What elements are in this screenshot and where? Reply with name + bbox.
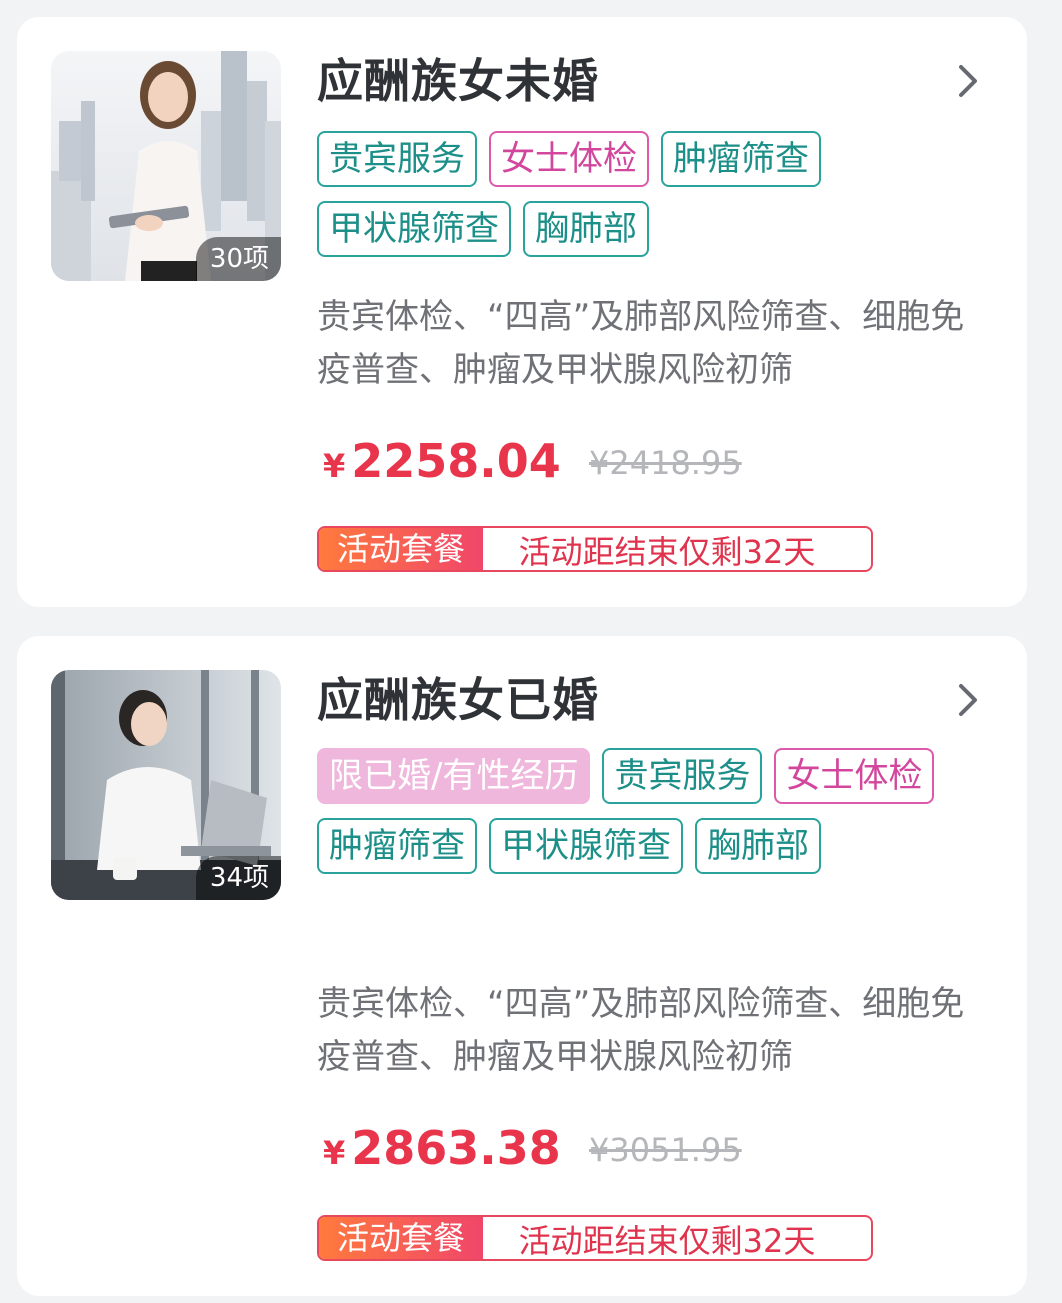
tag-chest-lung: 胸肺部 <box>695 818 821 874</box>
original-price: ¥2418.95 <box>589 444 742 482</box>
original-price: ¥3051.95 <box>589 1131 742 1169</box>
tag-chest-lung: 胸肺部 <box>523 201 649 257</box>
promo-banner: 活动套餐 活动距结束仅剩32天 <box>317 526 873 572</box>
tag-thyroid-screening: 甲状腺筛查 <box>317 201 511 257</box>
package-description: 贵宾体检、“四高”及肺部风险筛查、细胞免疫普查、肿瘤及甲状腺风险初筛 <box>317 297 965 390</box>
package-title[interactable]: 应酬族女已婚 <box>317 670 599 730</box>
current-price: ¥2863.38 <box>323 1118 561 1183</box>
current-price: ¥2258.04 <box>323 431 561 496</box>
promo-label: 活动套餐 <box>319 528 483 570</box>
package-list: 30项 应酬族女未婚 贵宾服务 女士体检 肿瘤筛查 甲状腺筛查 胸肺部 贵宾体检… <box>0 0 1062 1303</box>
package-card[interactable]: 34项 应酬族女已婚 限已婚/有性经历 贵宾服务 女士体检 肿瘤筛查 甲状腺筛查… <box>17 636 1027 1296</box>
chevron-right-icon[interactable] <box>953 680 983 720</box>
package-card[interactable]: 30项 应酬族女未婚 贵宾服务 女士体检 肿瘤筛查 甲状腺筛查 胸肺部 贵宾体检… <box>17 17 1027 607</box>
tag-tumor-screening: 肿瘤筛查 <box>661 131 821 187</box>
tag-women-checkup: 女士体检 <box>774 748 935 804</box>
currency-symbol: ¥ <box>323 1134 346 1172</box>
tag-list: 贵宾服务 女士体检 肿瘤筛查 甲状腺筛查 胸肺部 <box>317 131 977 257</box>
promo-countdown: 活动距结束仅剩32天 <box>518 533 816 571</box>
package-image: 34项 <box>51 670 281 900</box>
tag-vip-service: 贵宾服务 <box>602 748 763 804</box>
chevron-right-icon[interactable] <box>953 61 983 101</box>
tag-list: 限已婚/有性经历 贵宾服务 女士体检 肿瘤筛查 甲状腺筛查 胸肺部 <box>317 748 977 874</box>
promo-banner: 活动套餐 活动距结束仅剩32天 <box>317 1215 873 1261</box>
package-title[interactable]: 应酬族女未婚 <box>317 51 599 111</box>
promo-countdown: 活动距结束仅剩32天 <box>518 1222 816 1260</box>
tag-thyroid-screening: 甲状腺筛查 <box>489 818 683 874</box>
item-count-badge: 34项 <box>195 856 281 900</box>
promo-label: 活动套餐 <box>319 1217 483 1259</box>
price-value: 2258.04 <box>351 434 561 488</box>
currency-symbol: ¥ <box>323 447 346 485</box>
package-image: 30项 <box>51 51 281 281</box>
tag-tumor-screening: 肿瘤筛查 <box>317 818 477 874</box>
tag-vip-service: 贵宾服务 <box>317 131 477 187</box>
price-value: 2863.38 <box>351 1121 561 1175</box>
tag-women-checkup: 女士体检 <box>489 131 649 187</box>
item-count-badge: 30项 <box>195 237 281 281</box>
package-description: 贵宾体检、“四高”及肺部风险筛查、细胞免疫普查、肿瘤及甲状腺风险初筛 <box>317 984 965 1077</box>
tag-married-only: 限已婚/有性经历 <box>317 748 591 804</box>
